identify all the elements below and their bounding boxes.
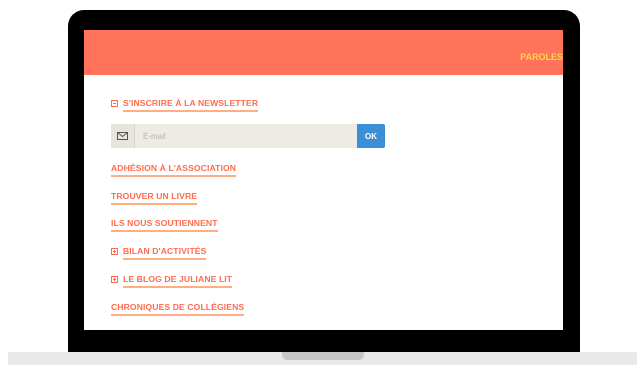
menu-item-label: ADHÉSION À L'ASSOCIATION <box>111 163 237 177</box>
nav-link-paroles[interactable]: PAROLES <box>520 52 563 62</box>
envelope-icon <box>111 124 135 148</box>
laptop-screen: PAROLES S'INSCRIRE À LA NEWSLETTER OK AD… <box>84 30 563 330</box>
newsletter-toggle[interactable]: S'INSCRIRE À LA NEWSLETTER <box>111 98 259 112</box>
menu-item-label: ILS NOUS SOUTIENNENT <box>111 218 218 232</box>
plus-square-icon <box>111 276 118 283</box>
menu-item-label: BILAN D'ACTIVITÉS <box>123 246 207 260</box>
email-input[interactable] <box>135 124 357 148</box>
menu-item-label: LE BLOG DE JULIANE LIT <box>123 274 233 288</box>
laptop-base-notch <box>282 352 364 360</box>
menu-item-trouver-livre[interactable]: TROUVER UN LIVRE <box>111 191 198 205</box>
menu-item-blog[interactable]: LE BLOG DE JULIANE LIT <box>111 274 233 288</box>
menu-item-bilan[interactable]: BILAN D'ACTIVITÉS <box>111 246 207 260</box>
menu-item-label: CHRONIQUES DE COLLÉGIENS <box>111 302 245 316</box>
menu-item-label: TROUVER UN LIVRE <box>111 191 198 205</box>
newsletter-label: S'INSCRIRE À LA NEWSLETTER <box>123 98 259 112</box>
newsletter-form: OK <box>111 124 385 148</box>
menu-item-soutiens[interactable]: ILS NOUS SOUTIENNENT <box>111 218 218 232</box>
menu-item-chroniques[interactable]: CHRONIQUES DE COLLÉGIENS <box>111 302 245 316</box>
newsletter-submit-button[interactable]: OK <box>357 124 385 148</box>
minus-square-icon <box>111 100 118 107</box>
plus-square-icon <box>111 248 118 255</box>
site-header: PAROLES <box>84 30 563 75</box>
menu-item-adhesion[interactable]: ADHÉSION À L'ASSOCIATION <box>111 163 237 177</box>
